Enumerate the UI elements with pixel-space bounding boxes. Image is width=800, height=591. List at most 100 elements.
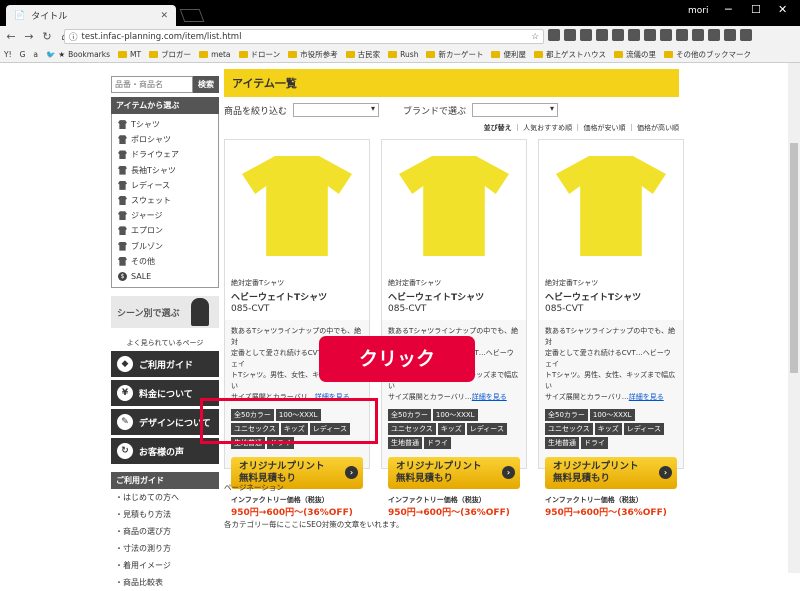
product-card[interactable]: 絶対定番Tシャツ ヘビーウェイトTシャツ 085-CVT 数あるTシャツラインナ… <box>381 139 527 518</box>
details-link[interactable]: 詳細を見る <box>472 393 507 401</box>
bookmark-folder[interactable]: 新カーゲート <box>426 49 483 60</box>
brand-select[interactable] <box>472 103 559 117</box>
sort-option[interactable]: 価格が安い順 <box>584 124 626 132</box>
extension-icon[interactable] <box>692 29 704 41</box>
long-sleeve-icon <box>118 165 127 175</box>
product-label: 絶対定番Tシャツ <box>231 279 285 287</box>
bookmark-star-icon[interactable]: ☆ <box>531 32 539 42</box>
bookmark-folder[interactable]: 古民家 <box>345 49 380 60</box>
bookmark-folder[interactable]: 流儀の里 <box>613 49 656 60</box>
folder-icon <box>345 51 355 58</box>
bookmark-folder[interactable]: 都上ゲストハウス <box>533 49 606 60</box>
product-image[interactable] <box>539 140 683 272</box>
arrow-right-icon: › <box>502 466 515 479</box>
guide-button[interactable]: ◆ ご利用ガイド <box>111 351 219 378</box>
product-name[interactable]: ヘビーウェイトTシャツ <box>388 290 520 303</box>
sort-option[interactable]: 人気おすすめ順 <box>523 124 572 132</box>
back-icon[interactable]: ← <box>4 30 18 43</box>
category-item[interactable]: ドライウェア <box>118 147 212 162</box>
extension-icon[interactable] <box>564 29 576 41</box>
category-item[interactable]: レディース <box>118 178 212 193</box>
bookmark-item[interactable]: Y! <box>4 50 12 59</box>
maximize-icon[interactable]: ☐ <box>751 3 761 16</box>
tshirt-image <box>556 156 666 256</box>
bookmark-folder[interactable]: meta <box>199 50 231 59</box>
voice-icon: ↻ <box>117 443 133 460</box>
extension-icon[interactable] <box>548 29 560 41</box>
forward-icon[interactable]: → <box>22 30 36 43</box>
guide-link[interactable]: ・見積もり方法 <box>111 506 219 523</box>
bookmark-item[interactable]: 🐦 ★ Bookmarks <box>46 50 110 59</box>
extension-icon[interactable] <box>628 29 640 41</box>
product-description: 数あるTシャツラインナップの中でも、絶対定番として愛され続けるCVT…ヘビーウェ… <box>539 320 683 409</box>
bookmark-folder[interactable]: ブロガー <box>149 49 191 60</box>
extension-icon[interactable] <box>708 29 720 41</box>
category-list: Tシャツ ポロシャツ ドライウェア 長袖Tシャツ レディース スウェット ジャー… <box>111 114 219 289</box>
extension-icon[interactable] <box>596 29 608 41</box>
scrollbar-thumb[interactable] <box>790 143 798 373</box>
pagination[interactable]: ページネーション <box>224 482 284 493</box>
category-item[interactable]: 長袖Tシャツ <box>118 163 212 178</box>
new-tab-button[interactable] <box>179 9 205 22</box>
category-item[interactable]: ジャージ <box>118 208 212 223</box>
category-item[interactable]: ポロシャツ <box>118 132 212 147</box>
browser-tab[interactable]: 📄 タイトル ✕ <box>6 5 176 26</box>
extension-icon[interactable] <box>660 29 672 41</box>
extension-icon[interactable] <box>724 29 736 41</box>
folder-icon <box>388 51 398 58</box>
scene-banner[interactable]: シーン別で選ぶ <box>111 296 219 329</box>
price-value: 950円→600円〜(36%OFF) <box>545 508 667 518</box>
category-item[interactable]: その他 <box>118 254 212 269</box>
filter-label: 商品を絞り込む <box>224 106 288 117</box>
bookmark-item[interactable]: G <box>20 50 26 59</box>
category-item[interactable]: スウェット <box>118 193 212 208</box>
product-name[interactable]: ヘビーウェイトTシャツ <box>545 290 677 303</box>
menu-icon[interactable] <box>740 29 752 41</box>
guide-link[interactable]: ・商品比較表 <box>111 574 219 591</box>
bookmark-folder[interactable]: 市役所参考 <box>288 49 338 60</box>
search-button[interactable]: 検索 <box>193 76 219 93</box>
close-tab-icon[interactable]: ✕ <box>160 11 168 21</box>
category-item[interactable]: $ SALE <box>118 269 212 284</box>
sort-option[interactable]: 価格が高い順 <box>637 124 679 132</box>
product-name[interactable]: ヘビーウェイトTシャツ <box>231 290 363 303</box>
folder-icon <box>238 51 248 58</box>
bookmark-folder[interactable]: ドローン <box>238 49 280 60</box>
extension-icon[interactable] <box>612 29 624 41</box>
bookmark-folder[interactable]: MT <box>118 50 141 59</box>
quote-button[interactable]: オリジナルプリント 無料見積もり › <box>388 457 520 489</box>
quote-button[interactable]: オリジナルプリント 無料見積もり › <box>545 457 677 489</box>
product-image[interactable] <box>225 140 369 272</box>
scrollbar[interactable] <box>788 63 800 573</box>
extension-icon[interactable] <box>676 29 688 41</box>
guide-link[interactable]: ・着用イメージ <box>111 557 219 574</box>
product-code: 085-CVT <box>545 304 584 314</box>
guide-link[interactable]: ・寸法の測り方 <box>111 540 219 557</box>
reload-icon[interactable]: ↻ <box>40 30 54 43</box>
tag: 全50カラー <box>545 409 588 421</box>
product-image[interactable] <box>382 140 526 272</box>
extension-icon[interactable] <box>644 29 656 41</box>
guide-link[interactable]: ・商品の選び方 <box>111 523 219 540</box>
bookmark-folder-other[interactable]: その他のブックマーク <box>663 49 751 60</box>
info-icon[interactable]: ⓘ <box>69 31 78 43</box>
filter-select[interactable] <box>293 103 380 117</box>
category-item[interactable]: ブルゾン <box>118 239 212 254</box>
close-window-icon[interactable]: ✕ <box>778 3 787 16</box>
category-item[interactable]: エプロン <box>118 223 212 238</box>
search-input[interactable] <box>111 76 193 93</box>
tag: ドライ <box>581 437 608 449</box>
guide-link[interactable]: ・はじめての方へ <box>111 489 219 506</box>
minimize-icon[interactable]: ─ <box>725 3 732 16</box>
extension-icon[interactable] <box>580 29 592 41</box>
address-bar[interactable]: ⓘ test.infac-planning.com/item/list.html… <box>64 29 544 44</box>
bookmark-folder[interactable]: Rush <box>388 50 418 59</box>
bookmark-folder[interactable]: 便利屋 <box>491 49 526 60</box>
user-name[interactable]: mori <box>688 6 708 16</box>
category-item[interactable]: Tシャツ <box>118 117 212 132</box>
product-card[interactable]: 絶対定番Tシャツ ヘビーウェイトTシャツ 085-CVT 数あるTシャツラインナ… <box>538 139 684 518</box>
folder-icon <box>288 51 298 58</box>
details-link[interactable]: 詳細を見る <box>629 393 664 401</box>
tag: レディース <box>623 423 664 435</box>
bookmark-item[interactable]: a <box>33 50 38 59</box>
